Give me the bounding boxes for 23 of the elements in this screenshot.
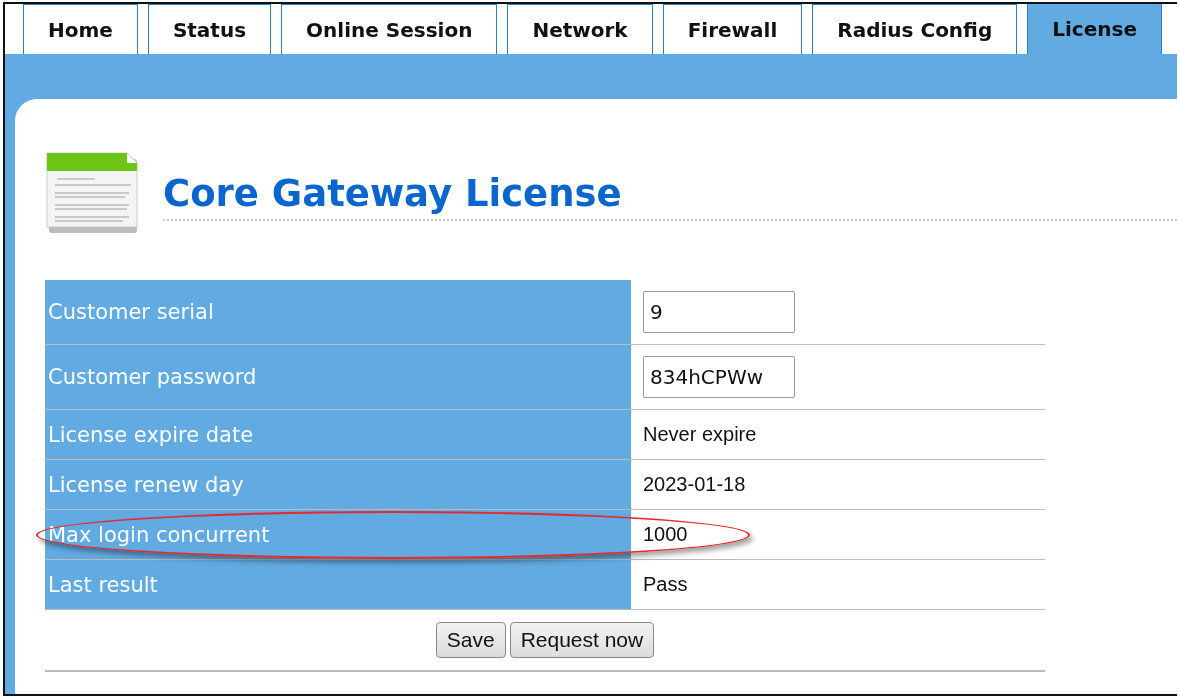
field-value: Pass <box>643 573 688 595</box>
input-field[interactable]: 834hCPWw <box>643 356 795 398</box>
tab[interactable]: Firewall <box>662 4 803 54</box>
tab[interactable]: Home <box>23 4 138 54</box>
field-value: Never expire <box>643 423 757 445</box>
field-label: License renew day <box>45 459 631 510</box>
input-field[interactable]: 9 <box>643 291 795 333</box>
tab[interactable]: Radius Config <box>812 4 1018 54</box>
field-value: 1000 <box>643 523 688 545</box>
field-label: Last result <box>45 559 631 610</box>
field-label: Customer password <box>45 344 631 410</box>
page-title: Core Gateway License <box>163 172 622 215</box>
button[interactable]: Request now <box>509 622 655 658</box>
field-label: Customer serial <box>45 280 631 345</box>
document-icon <box>45 149 141 235</box>
button[interactable]: Save <box>435 622 506 658</box>
tab[interactable]: Status <box>147 4 272 54</box>
field-label: Max login concurrent <box>45 509 631 560</box>
field-label: License expire date <box>45 409 631 460</box>
tab[interactable]: License <box>1027 4 1162 54</box>
tab[interactable]: Network <box>507 4 653 54</box>
tab[interactable]: Online Session <box>281 4 498 54</box>
field-value: 2023-01-18 <box>643 473 746 495</box>
